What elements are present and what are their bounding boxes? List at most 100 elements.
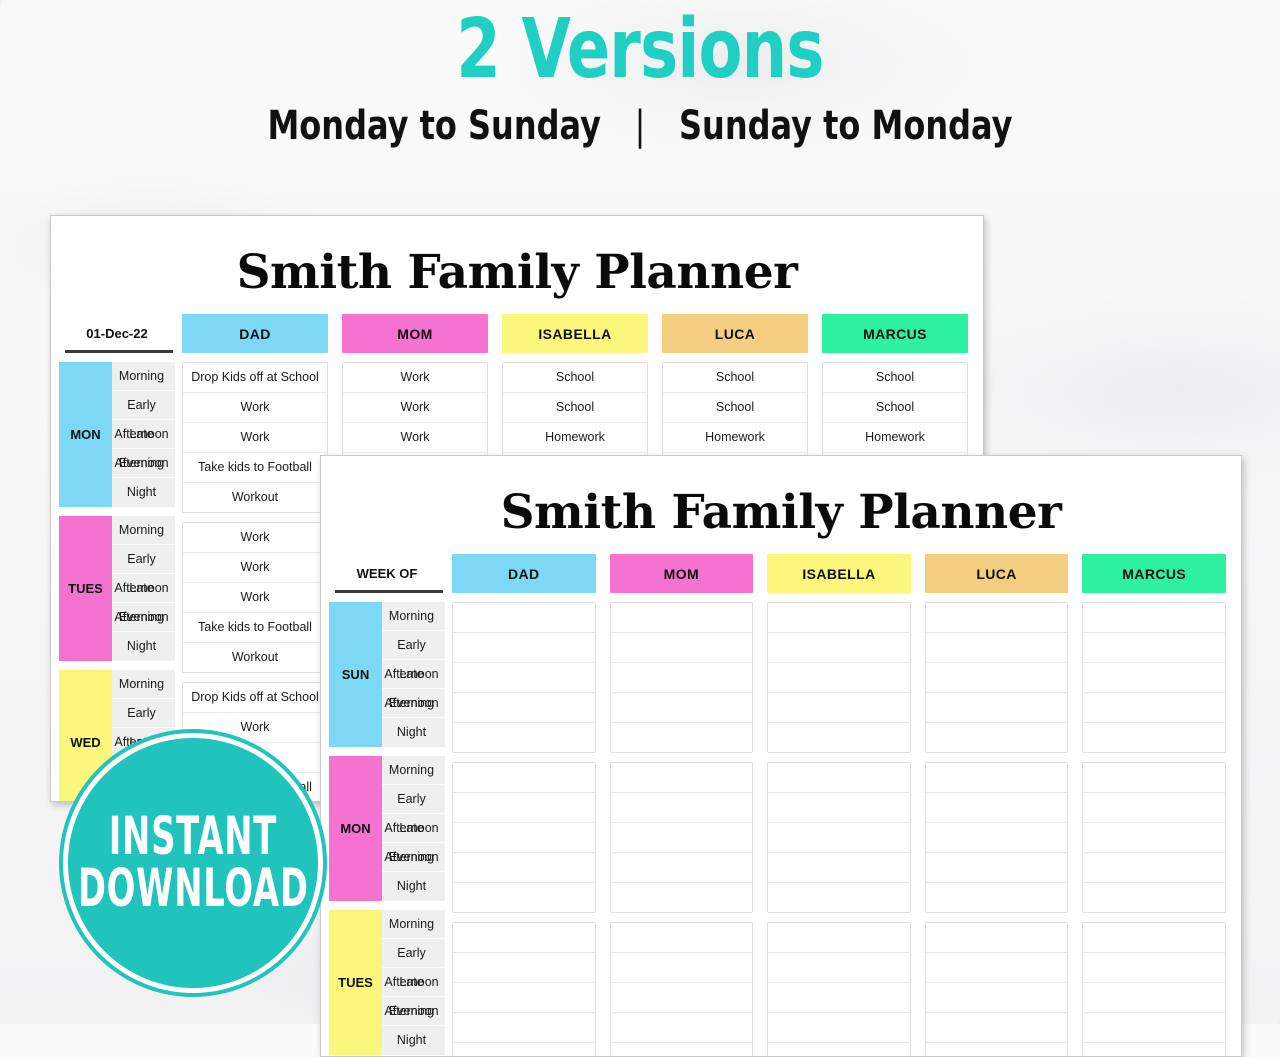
schedule-cell[interactable]: Take kids to Football <box>183 613 327 643</box>
schedule-cell[interactable]: Work <box>343 423 487 453</box>
schedule-cell[interactable] <box>925 1013 1068 1043</box>
member-header-dad[interactable]: DAD <box>182 314 328 353</box>
schedule-cell[interactable]: Work <box>183 423 327 453</box>
schedule-cell[interactable] <box>768 633 910 663</box>
schedule-cell[interactable]: Work <box>183 583 327 613</box>
schedule-cell[interactable] <box>925 923 1068 953</box>
schedule-cell[interactable] <box>610 693 753 723</box>
schedule-cell[interactable] <box>925 983 1068 1013</box>
schedule-cell[interactable] <box>1083 1013 1225 1043</box>
schedule-cell[interactable] <box>925 723 1068 752</box>
schedule-cell[interactable] <box>610 633 753 663</box>
schedule-cell[interactable] <box>453 763 595 793</box>
schedule-cell[interactable] <box>768 763 910 793</box>
schedule-cell[interactable]: Work <box>183 393 327 423</box>
schedule-cell[interactable] <box>453 823 595 853</box>
schedule-cell[interactable] <box>453 953 595 983</box>
schedule-cell[interactable] <box>1083 853 1225 883</box>
schedule-cell[interactable] <box>1083 793 1225 823</box>
member-header-isabella[interactable]: ISABELLA <box>502 314 648 353</box>
schedule-cell[interactable] <box>768 663 910 693</box>
day-label-sun[interactable]: SUN <box>329 602 382 747</box>
schedule-cell[interactable]: Take kids to Football <box>183 453 327 483</box>
member-header-mom[interactable]: MOM <box>609 554 754 593</box>
schedule-cell[interactable] <box>1083 923 1225 953</box>
schedule-cell[interactable] <box>610 953 753 983</box>
schedule-cell[interactable]: School <box>663 363 807 393</box>
schedule-cell[interactable]: Workout <box>183 643 327 672</box>
schedule-cell[interactable] <box>453 923 595 953</box>
schedule-cell[interactable]: Homework <box>663 423 807 453</box>
schedule-cell[interactable] <box>768 983 910 1013</box>
schedule-cell[interactable] <box>453 663 595 693</box>
date-label[interactable]: 01-Dec-22 <box>59 326 175 353</box>
schedule-cell[interactable] <box>1083 1043 1225 1056</box>
schedule-cell[interactable] <box>925 853 1068 883</box>
schedule-cell[interactable] <box>610 663 753 693</box>
schedule-cell[interactable] <box>610 763 753 793</box>
schedule-cell[interactable] <box>1083 723 1225 752</box>
schedule-cell[interactable] <box>610 983 753 1013</box>
schedule-cell[interactable] <box>453 1013 595 1043</box>
schedule-cell[interactable] <box>610 923 753 953</box>
schedule-cell[interactable] <box>768 923 910 953</box>
schedule-cell[interactable] <box>925 883 1068 912</box>
schedule-cell[interactable] <box>925 663 1068 693</box>
schedule-cell[interactable] <box>925 953 1068 983</box>
schedule-cell[interactable] <box>768 1013 910 1043</box>
schedule-cell[interactable] <box>1083 693 1225 723</box>
schedule-cell[interactable]: Workout <box>183 483 327 512</box>
schedule-cell[interactable] <box>925 603 1068 633</box>
schedule-cell[interactable]: School <box>503 393 647 423</box>
schedule-cell[interactable]: Work <box>183 553 327 583</box>
schedule-cell[interactable] <box>768 823 910 853</box>
schedule-cell[interactable]: Work <box>343 393 487 423</box>
schedule-cell[interactable]: Drop Kids off at School <box>183 363 327 393</box>
schedule-cell[interactable] <box>1083 823 1225 853</box>
schedule-cell[interactable] <box>768 793 910 823</box>
schedule-cell[interactable] <box>453 693 595 723</box>
schedule-cell[interactable] <box>925 823 1068 853</box>
schedule-cell[interactable]: Homework <box>503 423 647 453</box>
schedule-cell[interactable] <box>925 633 1068 663</box>
day-label-tues[interactable]: TUES <box>59 516 112 661</box>
member-header-luca[interactable]: LUCA <box>924 554 1069 593</box>
schedule-cell[interactable] <box>453 603 595 633</box>
schedule-cell[interactable]: School <box>823 363 967 393</box>
member-header-marcus[interactable]: MARCUS <box>822 314 968 353</box>
schedule-cell[interactable] <box>768 953 910 983</box>
schedule-cell[interactable] <box>1083 953 1225 983</box>
day-label-tues[interactable]: TUES <box>329 910 382 1055</box>
schedule-cell[interactable] <box>610 883 753 912</box>
schedule-cell[interactable] <box>1083 883 1225 912</box>
schedule-cell[interactable] <box>610 603 753 633</box>
member-header-marcus[interactable]: MARCUS <box>1082 554 1226 593</box>
schedule-cell[interactable] <box>768 853 910 883</box>
schedule-cell[interactable] <box>768 723 910 752</box>
schedule-cell[interactable]: Drop Kids off at School <box>183 683 327 713</box>
day-label-mon[interactable]: MON <box>329 756 382 901</box>
schedule-cell[interactable] <box>453 1043 595 1056</box>
schedule-cell[interactable] <box>1083 663 1225 693</box>
schedule-cell[interactable] <box>453 883 595 912</box>
schedule-cell[interactable] <box>1083 763 1225 793</box>
schedule-cell[interactable]: Homework <box>823 423 967 453</box>
schedule-cell[interactable] <box>610 723 753 752</box>
schedule-cell[interactable] <box>610 793 753 823</box>
member-header-luca[interactable]: LUCA <box>662 314 808 353</box>
schedule-cell[interactable] <box>610 853 753 883</box>
schedule-cell[interactable]: School <box>503 363 647 393</box>
schedule-cell[interactable] <box>925 693 1068 723</box>
schedule-cell[interactable] <box>1083 603 1225 633</box>
schedule-cell[interactable] <box>453 723 595 752</box>
schedule-cell[interactable] <box>1083 983 1225 1013</box>
schedule-cell[interactable]: School <box>823 393 967 423</box>
member-header-mom[interactable]: MOM <box>342 314 488 353</box>
day-label-mon[interactable]: MON <box>59 362 112 507</box>
schedule-cell[interactable] <box>1083 633 1225 663</box>
member-header-dad[interactable]: DAD <box>452 554 596 593</box>
schedule-cell[interactable]: Work <box>183 523 327 553</box>
schedule-cell[interactable] <box>453 983 595 1013</box>
schedule-cell[interactable] <box>768 883 910 912</box>
schedule-cell[interactable] <box>768 693 910 723</box>
